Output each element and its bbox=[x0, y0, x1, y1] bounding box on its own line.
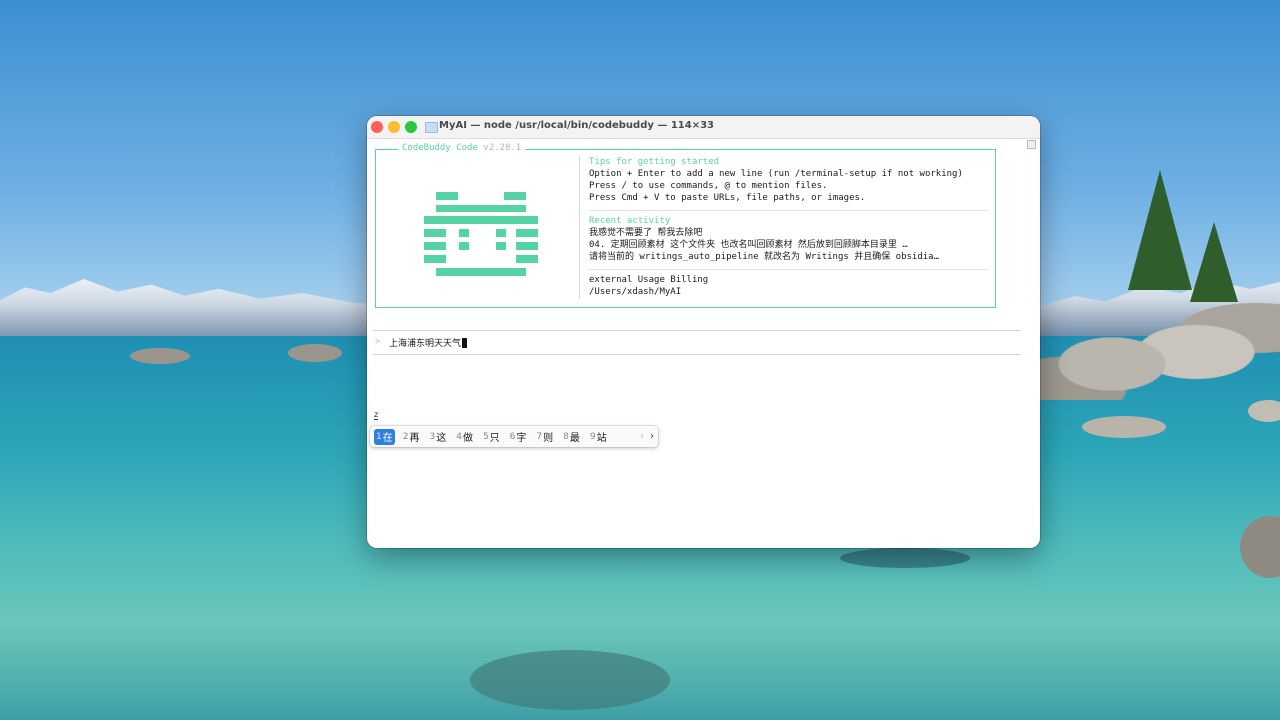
welcome-info: Tips for getting started Option + Enter … bbox=[589, 156, 987, 298]
chevron-left-icon[interactable]: ‹ bbox=[640, 431, 644, 442]
ime-candidate[interactable]: 9站 bbox=[588, 429, 609, 445]
minimize-window-button[interactable] bbox=[388, 121, 400, 133]
recent-activity-title: Recent activity bbox=[589, 216, 671, 226]
window-title: MyAI — node /usr/local/bin/codebuddy — 1… bbox=[439, 120, 715, 131]
welcome-panel: CodeBuddy Code v2.28.1 Tips for getting … bbox=[375, 143, 996, 308]
wallpaper-rock bbox=[1248, 400, 1280, 422]
welcome-legend: CodeBuddy Code v2.28.1 bbox=[398, 143, 526, 153]
window-titlebar[interactable]: MyAI — node /usr/local/bin/codebuddy — 1… bbox=[367, 116, 1040, 139]
scroll-up-button[interactable] bbox=[1027, 140, 1036, 149]
ime-candidate[interactable]: 4做 bbox=[454, 429, 475, 445]
tips-title: Tips for getting started bbox=[589, 157, 720, 167]
ime-candidate[interactable]: 7则 bbox=[534, 429, 555, 445]
prompt-border-top bbox=[373, 330, 1021, 331]
ime-candidate[interactable]: 2再 bbox=[401, 429, 422, 445]
recent-activity-item: 请将当前的 writings_auto_pipeline 就改名为 Writin… bbox=[589, 252, 939, 262]
terminal-window[interactable]: MyAI — node /usr/local/bin/codebuddy — 1… bbox=[367, 116, 1040, 548]
wallpaper-tree bbox=[1190, 222, 1238, 302]
tip-line: Option + Enter to add a new line (run /t… bbox=[589, 169, 963, 179]
working-directory: /Users/xdash/MyAI bbox=[589, 287, 682, 297]
welcome-divider bbox=[579, 156, 580, 299]
close-window-button[interactable] bbox=[371, 121, 383, 133]
wallpaper-rock bbox=[470, 650, 670, 710]
app-version: v2.28.1 bbox=[483, 143, 522, 153]
ime-composition-text: z bbox=[374, 410, 379, 420]
section-divider bbox=[589, 269, 987, 270]
recent-activity-item: 我感觉不需要了 帮我去除吧 bbox=[589, 228, 703, 238]
ime-candidate[interactable]: 3这 bbox=[427, 429, 448, 445]
prompt-input-text: 上海浦东明天天气 bbox=[389, 339, 462, 349]
codebuddy-logo-icon bbox=[424, 192, 538, 276]
ime-candidate[interactable]: 8最 bbox=[561, 429, 582, 445]
folder-icon bbox=[425, 122, 438, 133]
zoom-window-button[interactable] bbox=[405, 121, 417, 133]
text-cursor bbox=[462, 338, 468, 348]
ime-candidate[interactable]: 5只 bbox=[481, 429, 502, 445]
tip-line: Press / to use commands, @ to mention fi… bbox=[589, 181, 828, 191]
wallpaper-rock bbox=[1082, 416, 1166, 438]
wallpaper-tree bbox=[1128, 170, 1192, 290]
ime-candidate-bar: 1在 2再 3这 4做 5只 6字 7则 8最 9站 ‹ › bbox=[370, 426, 658, 447]
ime-page-arrows: ‹ › bbox=[640, 431, 654, 442]
wallpaper-shore-rocks bbox=[1040, 280, 1280, 400]
recent-activity-item: 04. 定期回顾素材 这个文件夹 也改名叫回顾素材 然后放到回顾脚本目录里 … bbox=[589, 240, 908, 250]
wallpaper-rock bbox=[288, 344, 342, 362]
app-name: CodeBuddy Code bbox=[402, 143, 478, 153]
tip-line: Press Cmd + V to paste URLs, file paths,… bbox=[589, 193, 866, 203]
account-billing: external Usage Billing bbox=[589, 275, 709, 285]
prompt-border-bottom bbox=[373, 354, 1021, 355]
wallpaper-rock bbox=[840, 548, 970, 568]
ime-candidate[interactable]: 1在 bbox=[374, 428, 395, 445]
prompt-input[interactable]: 上海浦东明天天气 bbox=[389, 336, 468, 349]
prompt-chevron-icon: > bbox=[375, 337, 381, 347]
wallpaper-rock bbox=[130, 348, 190, 364]
section-divider bbox=[589, 210, 987, 211]
chevron-right-icon[interactable]: › bbox=[650, 431, 654, 442]
ime-candidate[interactable]: 6字 bbox=[508, 429, 529, 445]
